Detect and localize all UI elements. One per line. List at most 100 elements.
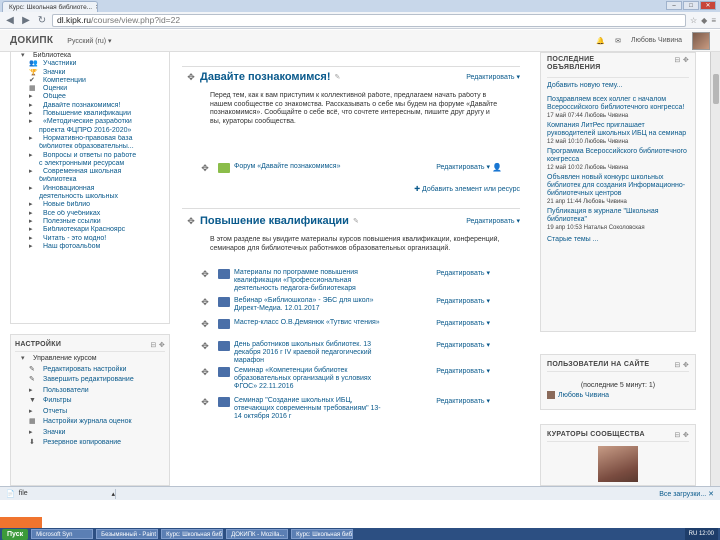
section-edit-menu[interactable]: Редактировать ▾ bbox=[466, 73, 520, 81]
language-menu[interactable]: Русский (ru) ▾ bbox=[67, 37, 111, 45]
notifications-icon[interactable]: 🔔 bbox=[596, 37, 605, 45]
nav-item[interactable]: деятельность школьных bbox=[15, 193, 165, 201]
taskbar-item[interactable]: Курс: Школьная библ... bbox=[161, 529, 224, 539]
old-topics-link[interactable]: Старые темы ... bbox=[547, 236, 689, 244]
curator-photo[interactable] bbox=[598, 446, 638, 482]
nav-item[interactable]: 👥 Участники bbox=[15, 60, 165, 68]
activity-edit-menu[interactable]: Редактировать ▾ bbox=[436, 341, 490, 349]
menu-icon[interactable]: ≡ bbox=[711, 16, 716, 25]
move-icon[interactable]: ✥ bbox=[200, 163, 210, 174]
page-scrollbar[interactable] bbox=[710, 52, 720, 486]
move-icon[interactable]: ✥ bbox=[200, 397, 210, 408]
nav-item[interactable]: ✔ Компетенции bbox=[15, 77, 165, 85]
move-icon[interactable]: ✥ bbox=[200, 319, 210, 330]
download-item[interactable]: 📄 file ▴ bbox=[6, 488, 116, 499]
activity-edit-menu[interactable]: Редактировать ▾ bbox=[436, 367, 490, 375]
block-controls-icon[interactable]: ⊟ ✥ bbox=[674, 361, 689, 369]
nav-item[interactable]: проекта ФЦПРО 2016-2020» bbox=[15, 127, 165, 135]
taskbar-item[interactable]: Microsoft Syn bbox=[31, 529, 94, 539]
group-mode-icon[interactable]: 👤 bbox=[492, 163, 502, 172]
nav-item[interactable]: ▸ Современная школьная bbox=[15, 168, 165, 176]
news-link[interactable]: Программа Всероссийского библиотечного к… bbox=[547, 148, 689, 164]
news-link[interactable]: Поздравляем всех коллег с началом Всерос… bbox=[547, 96, 689, 112]
back-arrow-icon[interactable]: ◀ bbox=[4, 15, 16, 26]
minimize-button[interactable]: – bbox=[666, 1, 682, 10]
nav-item[interactable]: 🏆 Значки bbox=[15, 69, 165, 77]
activity-link[interactable]: Мастер-класс О.В.Демянюк «Тутвис чтения» bbox=[234, 319, 384, 327]
nav-item[interactable]: ▸ Повышение квалификации bbox=[15, 110, 165, 118]
add-activity-link[interactable]: ✚ Добавить элемент или ресурс bbox=[414, 185, 520, 193]
address-bar[interactable]: dl.kipk.ru /course/view.php?id=22 bbox=[52, 13, 686, 27]
activity-edit-menu[interactable]: Редактировать ▾ bbox=[436, 163, 490, 171]
activity-link[interactable]: Семинар «Компетенции библиотек образоват… bbox=[234, 367, 384, 391]
nav-item[interactable]: ▸ Нормативно-правовая база bbox=[15, 135, 165, 143]
messages-icon[interactable]: ✉ bbox=[615, 37, 621, 45]
activity-edit-menu[interactable]: Редактировать ▾ bbox=[436, 297, 490, 305]
nav-item[interactable]: с электронными ресурсам bbox=[15, 160, 165, 168]
settings-item[interactable]: ▦ Настройки журнала оценок bbox=[15, 417, 165, 428]
taskbar-item[interactable]: Курс: Школьная библ... bbox=[291, 529, 354, 539]
avatar[interactable] bbox=[692, 31, 710, 50]
settings-item[interactable]: ✎ Завершить редактирование bbox=[15, 375, 165, 386]
nav-item[interactable]: ▦ Оценки bbox=[15, 85, 165, 93]
settings-item[interactable]: ▸ Отчеты bbox=[15, 407, 165, 418]
move-icon[interactable]: ✥ bbox=[200, 297, 210, 308]
nav-item[interactable]: библиотек образовательны... bbox=[15, 143, 165, 151]
news-link[interactable]: Объявлен новый конкурс школьных библиоте… bbox=[547, 174, 689, 198]
news-link[interactable]: Публикация в журнале "Школьная библиотек… bbox=[547, 208, 689, 224]
nav-item[interactable]: библиотека bbox=[15, 176, 165, 184]
nav-item[interactable]: ▸ Полезные ссылки bbox=[15, 218, 165, 226]
move-icon[interactable]: ✥ bbox=[200, 367, 210, 378]
block-controls-icon[interactable]: ⊟ ✥ bbox=[150, 341, 165, 349]
activity-link[interactable]: Форум «Давайте познакомимся» bbox=[234, 163, 384, 171]
start-button[interactable]: Пуск bbox=[2, 528, 29, 540]
move-icon[interactable]: ✥ bbox=[200, 269, 210, 280]
section-edit-menu[interactable]: Редактировать ▾ bbox=[466, 217, 520, 225]
taskbar-item[interactable]: Безымянный - Paint bbox=[96, 529, 159, 539]
site-brand[interactable]: ДОКИПК bbox=[10, 35, 53, 46]
close-tab-icon[interactable]: ✕ bbox=[95, 3, 97, 11]
scrollbar-thumb[interactable] bbox=[713, 74, 719, 104]
browser-tab[interactable]: Курс: Школьная библиоте... ✕ bbox=[2, 1, 98, 12]
move-icon[interactable]: ✥ bbox=[182, 72, 200, 83]
add-topic-link[interactable]: Добавить новую тему... bbox=[547, 82, 689, 90]
block-controls-icon[interactable]: ⊟ ✥ bbox=[674, 56, 689, 64]
star-icon[interactable]: ☆ bbox=[690, 16, 697, 25]
show-all-downloads-link[interactable]: Все загрузки... ✕ bbox=[659, 490, 714, 498]
move-icon[interactable]: ✥ bbox=[182, 216, 200, 227]
taskbar-item[interactable]: ДОКИПК - Mozilla... bbox=[226, 529, 289, 539]
activity-link[interactable]: Вебинар «Библиошкола» - ЭБС для школ» Ди… bbox=[234, 297, 384, 313]
activity-link[interactable]: День работников школьных библиотек. 13 д… bbox=[234, 341, 384, 365]
nav-item[interactable]: ▸ Давайте познакомимся! bbox=[15, 102, 165, 110]
chevron-up-icon[interactable]: ▴ bbox=[111, 490, 115, 498]
move-icon[interactable]: ✥ bbox=[200, 341, 210, 352]
nav-item[interactable]: ▸ Библиотекари Красноярс bbox=[15, 226, 165, 234]
settings-item[interactable]: ▼ Фильтры bbox=[15, 396, 165, 407]
news-link[interactable]: Компания ЛитРес приглашает руководителей… bbox=[547, 122, 689, 138]
section-title[interactable]: Давайте познакомимся! bbox=[200, 71, 331, 83]
settings-item[interactable]: ▸ Пользователи bbox=[15, 386, 165, 397]
settings-item[interactable]: ▾ Управление курсом bbox=[15, 354, 165, 365]
reload-icon[interactable]: ↻ bbox=[36, 15, 48, 26]
nav-item[interactable]: ▸ Все об учебниках bbox=[15, 210, 165, 218]
user-name[interactable]: Любовь Чивина bbox=[631, 37, 682, 44]
nav-item[interactable]: ▸ Читать - это модно! bbox=[15, 235, 165, 243]
edit-title-icon[interactable]: ✎ bbox=[335, 73, 341, 81]
activity-edit-menu[interactable]: Редактировать ▾ bbox=[436, 319, 490, 327]
maximize-button[interactable]: □ bbox=[683, 1, 699, 10]
settings-item[interactable]: ✎ Редактировать настройки bbox=[15, 365, 165, 376]
nav-item[interactable]: ▾ Библиотека bbox=[15, 52, 165, 60]
activity-link[interactable]: Материалы по программе повышения квалифи… bbox=[234, 269, 384, 293]
nav-item[interactable]: ▸ «Методические разработки bbox=[15, 118, 165, 126]
block-controls-icon[interactable]: ⊟ ✥ bbox=[674, 431, 689, 439]
forward-arrow-icon[interactable]: ▶ bbox=[20, 15, 32, 26]
nav-item[interactable]: ▸ Наш фотоальбом bbox=[15, 243, 165, 251]
settings-item[interactable]: ⬇ Резервное копирование bbox=[15, 438, 165, 449]
online-user-name[interactable]: Любовь Чивина bbox=[558, 392, 609, 399]
activity-edit-menu[interactable]: Редактировать ▾ bbox=[436, 397, 490, 405]
nav-item[interactable]: ▸ Инновационная bbox=[15, 185, 165, 193]
edit-title-icon[interactable]: ✎ bbox=[353, 217, 359, 225]
settings-item[interactable]: ▸ Значки bbox=[15, 428, 165, 439]
nav-item[interactable]: ▸ Общее bbox=[15, 93, 165, 101]
section-title[interactable]: Повышение квалификации bbox=[200, 215, 349, 227]
